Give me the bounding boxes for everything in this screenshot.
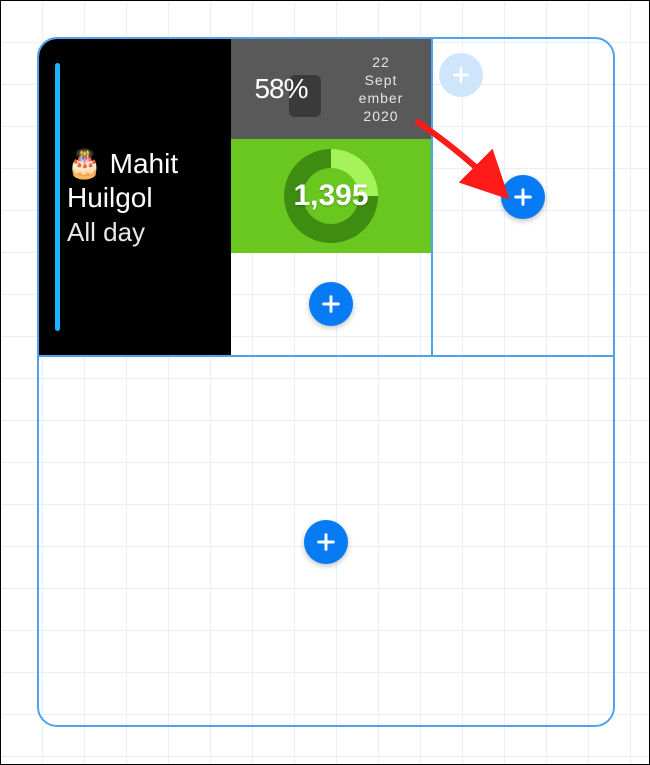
calendar-duration: All day <box>67 216 178 250</box>
plus-icon <box>320 293 342 315</box>
widget-slot-mid-bottom[interactable] <box>231 253 431 355</box>
battery-widget[interactable]: 58% <box>231 39 331 139</box>
add-widget-button[interactable] <box>501 175 545 219</box>
plus-icon <box>315 531 337 553</box>
add-widget-button[interactable] <box>304 520 348 564</box>
date-widget[interactable]: 22 Sept ember 2020 <box>331 39 431 139</box>
activity-value: 1,395 <box>293 179 368 213</box>
top-row: 🎂 Mahit Huilgol All day 58% 22 Sept embe… <box>39 39 613 355</box>
calendar-line-1: 🎂 Mahit <box>67 147 178 181</box>
battery-percent: 58% <box>254 73 307 105</box>
calendar-name-last: Huilgol <box>67 181 178 215</box>
birthday-icon: 🎂 <box>67 148 102 179</box>
mid-top-row: 58% 22 Sept ember 2020 <box>231 39 431 139</box>
widget-stack-container: 🎂 Mahit Huilgol All day 58% 22 Sept embe… <box>37 37 615 727</box>
calendar-name-first: Mahit <box>110 148 178 179</box>
plus-icon <box>512 186 534 208</box>
middle-column: 58% 22 Sept ember 2020 1,395 <box>231 39 433 355</box>
add-widget-button[interactable] <box>309 282 353 326</box>
widget-slot-bottom[interactable] <box>39 355 613 727</box>
activity-widget[interactable]: 1,395 <box>231 139 431 253</box>
calendar-widget[interactable]: 🎂 Mahit Huilgol All day <box>39 39 231 355</box>
plus-icon <box>451 65 471 85</box>
add-widget-ghost-icon <box>439 53 483 97</box>
calendar-event-bar <box>55 63 60 331</box>
date-text: 22 Sept ember 2020 <box>359 53 404 126</box>
widget-slot-right[interactable] <box>433 39 613 355</box>
calendar-event-content: 🎂 Mahit Huilgol All day <box>67 147 178 250</box>
